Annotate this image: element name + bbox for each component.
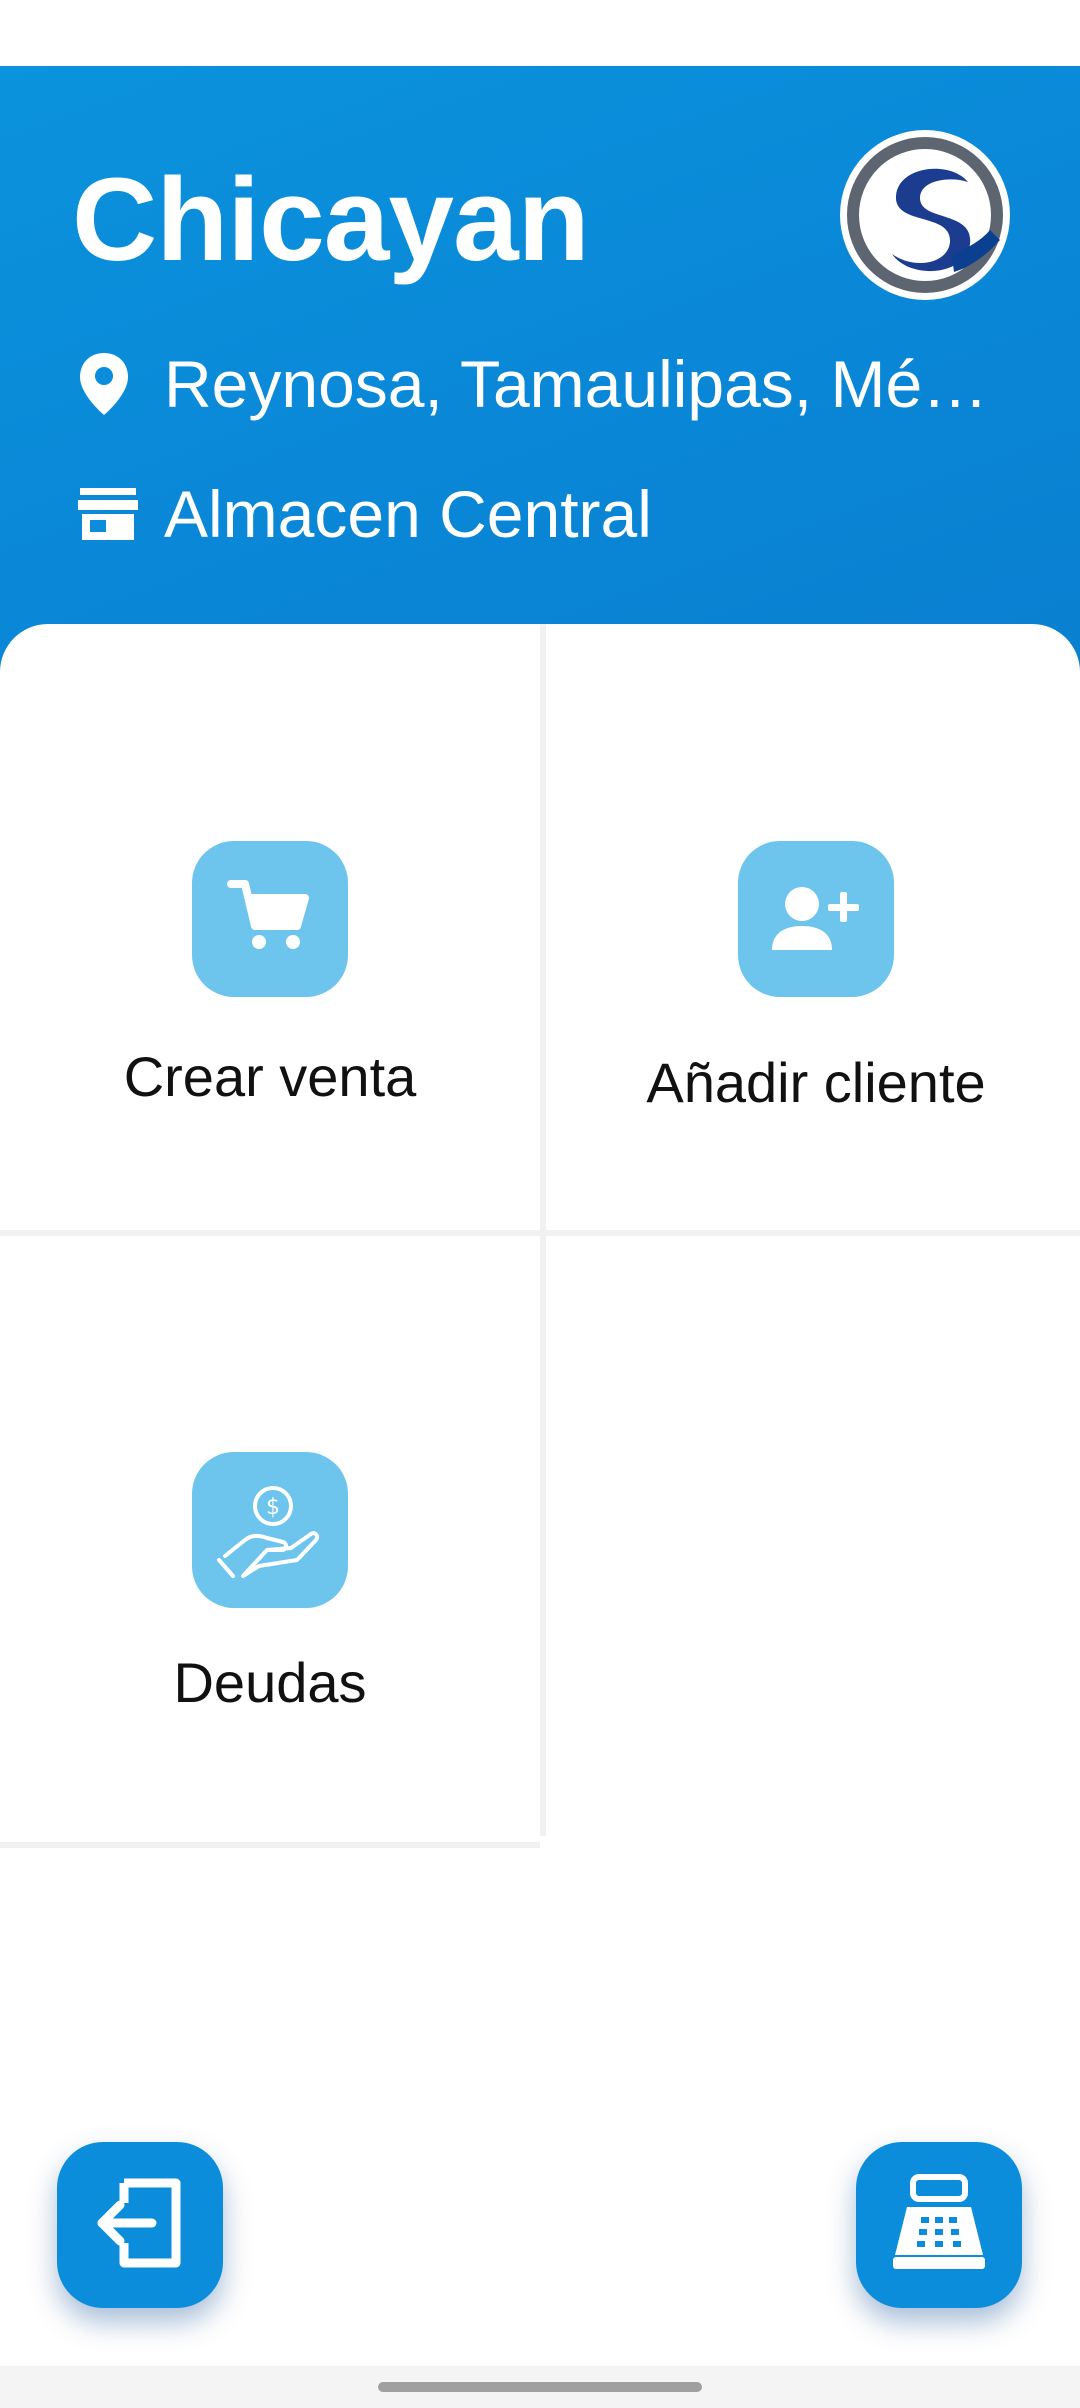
cash-register-icon bbox=[879, 2163, 999, 2288]
status-bar bbox=[0, 0, 1080, 66]
location-row: Reynosa, Tamaulipas, México bbox=[78, 344, 1008, 424]
warehouse-text: Almacen Central bbox=[164, 477, 652, 551]
brand-logo bbox=[840, 130, 1010, 300]
add-user-icon bbox=[738, 841, 894, 997]
warehouse-row: Almacen Central bbox=[78, 474, 652, 554]
logout-button[interactable] bbox=[57, 2142, 223, 2308]
grid-divider-vertical bbox=[540, 1236, 546, 1836]
grid-divider-horizontal bbox=[0, 1842, 540, 1848]
map-pin-icon bbox=[78, 349, 140, 419]
store-title: Chicayan bbox=[72, 154, 590, 286]
debts-label: Deudas bbox=[173, 1651, 367, 1714]
location-text: Reynosa, Tamaulipas, México bbox=[164, 347, 1004, 421]
add-client-label: Añadir cliente bbox=[646, 1051, 986, 1114]
logout-icon bbox=[80, 2163, 200, 2288]
add-client-tile[interactable]: Añadir cliente bbox=[546, 624, 1080, 1230]
actions-panel: Crear venta Añadir cliente $ Deudas bbox=[0, 624, 1080, 2368]
create-sale-tile[interactable]: Crear venta bbox=[0, 624, 540, 1230]
cash-register-button[interactable] bbox=[856, 2142, 1022, 2308]
create-sale-label: Crear venta bbox=[123, 1045, 417, 1108]
storefront-icon bbox=[78, 479, 140, 549]
hand-coin-icon: $ bbox=[192, 1452, 348, 1608]
home-screen: Chicayan Reynosa, Tamaulipas, México Alm… bbox=[0, 0, 1080, 2408]
home-indicator[interactable] bbox=[378, 2382, 702, 2392]
shopping-cart-icon bbox=[192, 841, 348, 997]
store-header: Chicayan Reynosa, Tamaulipas, México Alm… bbox=[0, 66, 1080, 686]
svg-text:$: $ bbox=[266, 1495, 280, 1520]
debts-tile[interactable]: $ Deudas bbox=[0, 1236, 540, 1842]
